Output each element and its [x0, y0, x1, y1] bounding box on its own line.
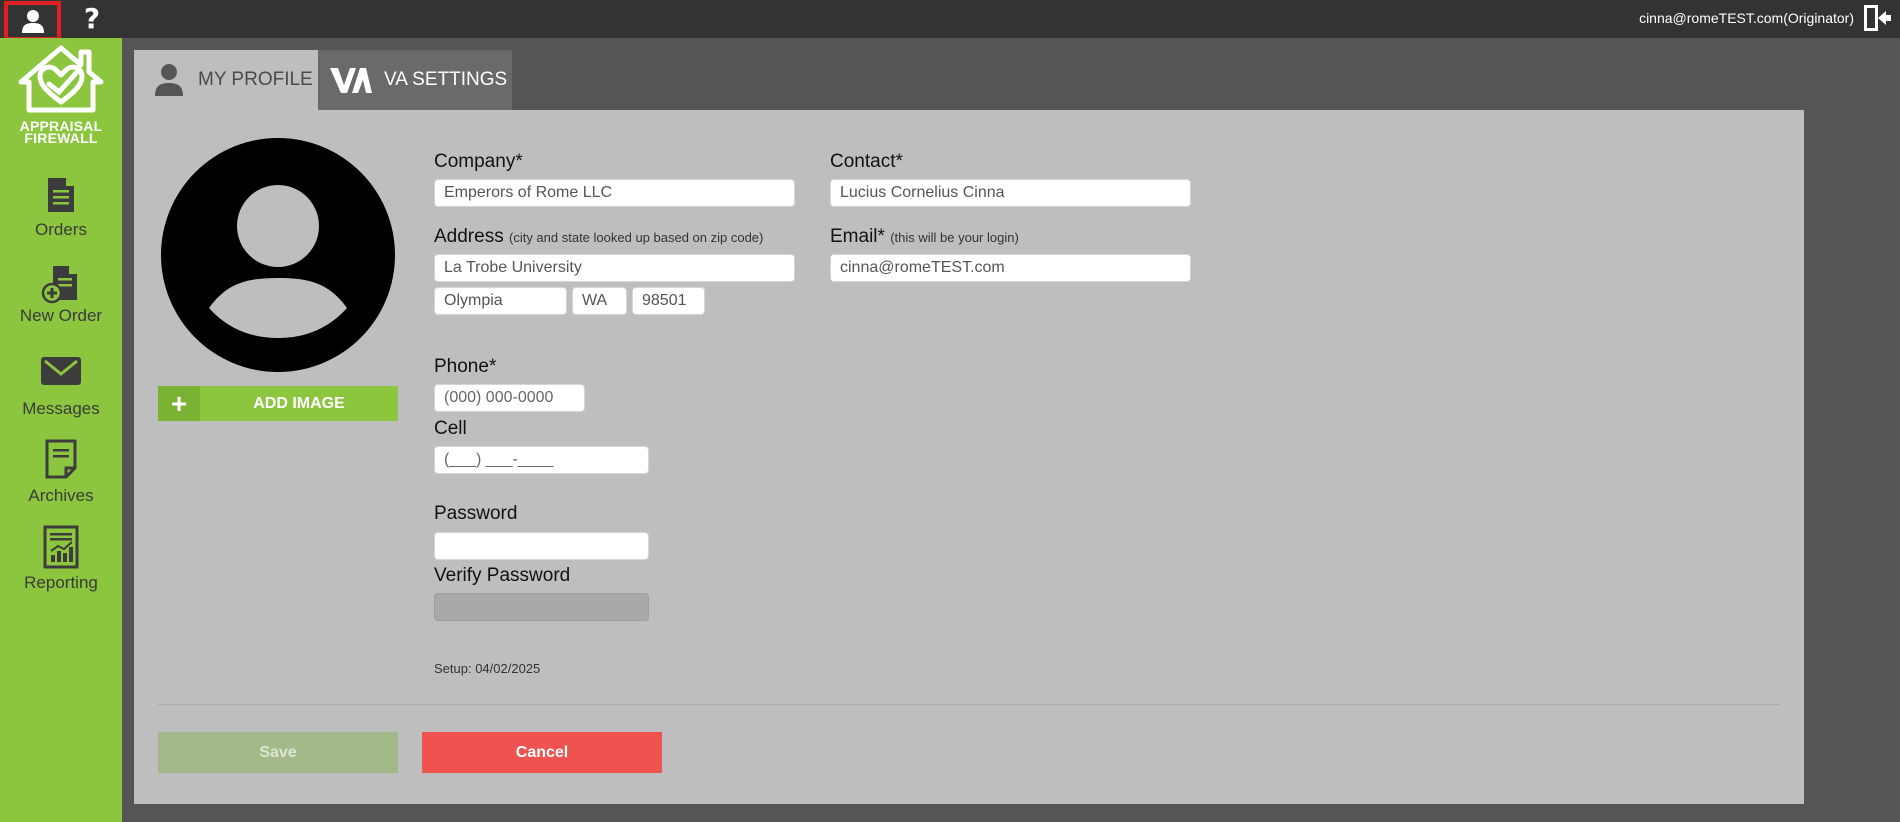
tab-my-profile[interactable]: MY PROFILE [134, 50, 318, 110]
form-divider [158, 704, 1780, 707]
sidebar: APPRAISAL FIREWALL Orders New Order Mess… [0, 38, 122, 822]
email-input[interactable] [830, 254, 1191, 282]
address-label: Address (city and state looked up based … [434, 226, 763, 248]
contact-input[interactable] [830, 179, 1191, 207]
phone-input[interactable] [434, 384, 585, 412]
new-document-icon [41, 266, 77, 304]
cell-input[interactable] [434, 446, 649, 474]
top-bar: ? cinna@romeTEST.com(Originator) [0, 0, 1900, 41]
zip-input[interactable] [632, 287, 705, 315]
sidebar-item-archives[interactable]: Archives [0, 438, 122, 526]
archive-icon [45, 439, 77, 479]
help-icon[interactable]: ? [78, 0, 106, 36]
address-input[interactable] [434, 254, 795, 282]
plus-icon: + [158, 386, 200, 421]
sidebar-item-reporting[interactable]: Reporting [0, 525, 122, 613]
password-input[interactable] [434, 532, 649, 560]
sidebar-item-label: Archives [28, 486, 94, 505]
profile-button[interactable] [4, 1, 61, 41]
save-button[interactable]: Save [158, 732, 398, 773]
house-heart-logo-icon [18, 45, 104, 113]
company-label: Company* [434, 151, 523, 172]
contact-label: Contact* [830, 151, 903, 172]
profile-avatar [161, 138, 395, 372]
tab-va-settings[interactable]: VA SETTINGS [318, 50, 512, 110]
user-icon [21, 10, 44, 33]
verify-password-label: Verify Password [434, 565, 571, 586]
city-input[interactable] [434, 287, 567, 315]
email-label: Email* (this will be your login) [830, 226, 1019, 248]
verify-password-input[interactable] [434, 593, 649, 621]
email-label-text: Email* [830, 226, 885, 247]
sidebar-item-label: Reporting [24, 573, 98, 592]
tab-label: MY PROFILE [198, 69, 313, 90]
sidebar-item-orders[interactable]: Orders [0, 176, 122, 264]
state-input[interactable] [572, 287, 627, 315]
cell-label: Cell [434, 418, 467, 439]
logout-icon[interactable] [1862, 3, 1892, 33]
logo-text-line2: FIREWALL [24, 130, 98, 146]
add-image-button[interactable]: + ADD IMAGE [158, 386, 398, 421]
sidebar-item-messages[interactable]: Messages [0, 355, 122, 443]
setup-date: Setup: 04/02/2025 [434, 661, 541, 676]
report-chart-icon [43, 525, 79, 569]
address-label-text: Address [434, 226, 504, 247]
add-image-label: ADD IMAGE [253, 394, 345, 412]
appraisal-firewall-logo[interactable]: APPRAISAL FIREWALL [0, 38, 122, 150]
current-user-label: cinna@romeTEST.com(Originator) [1639, 10, 1854, 26]
envelope-icon [41, 357, 81, 385]
cancel-button[interactable]: Cancel [422, 732, 662, 773]
sidebar-item-new-order[interactable]: New Order [0, 264, 122, 352]
address-hint: (city and state looked up based on zip c… [508, 230, 764, 245]
tab-label: VA SETTINGS [384, 69, 508, 90]
sidebar-item-label: Orders [35, 220, 87, 239]
user-icon [155, 64, 183, 96]
sidebar-item-label: New Order [19, 306, 103, 325]
email-hint: (this will be your login) [890, 230, 1019, 245]
sidebar-item-label: Messages [22, 399, 100, 418]
company-input[interactable] [434, 179, 795, 207]
va-logo-icon [330, 68, 372, 93]
document-icon [48, 178, 74, 212]
avatar-placeholder-icon [209, 185, 347, 338]
password-label: Password [434, 503, 518, 524]
phone-label: Phone* [434, 356, 497, 377]
